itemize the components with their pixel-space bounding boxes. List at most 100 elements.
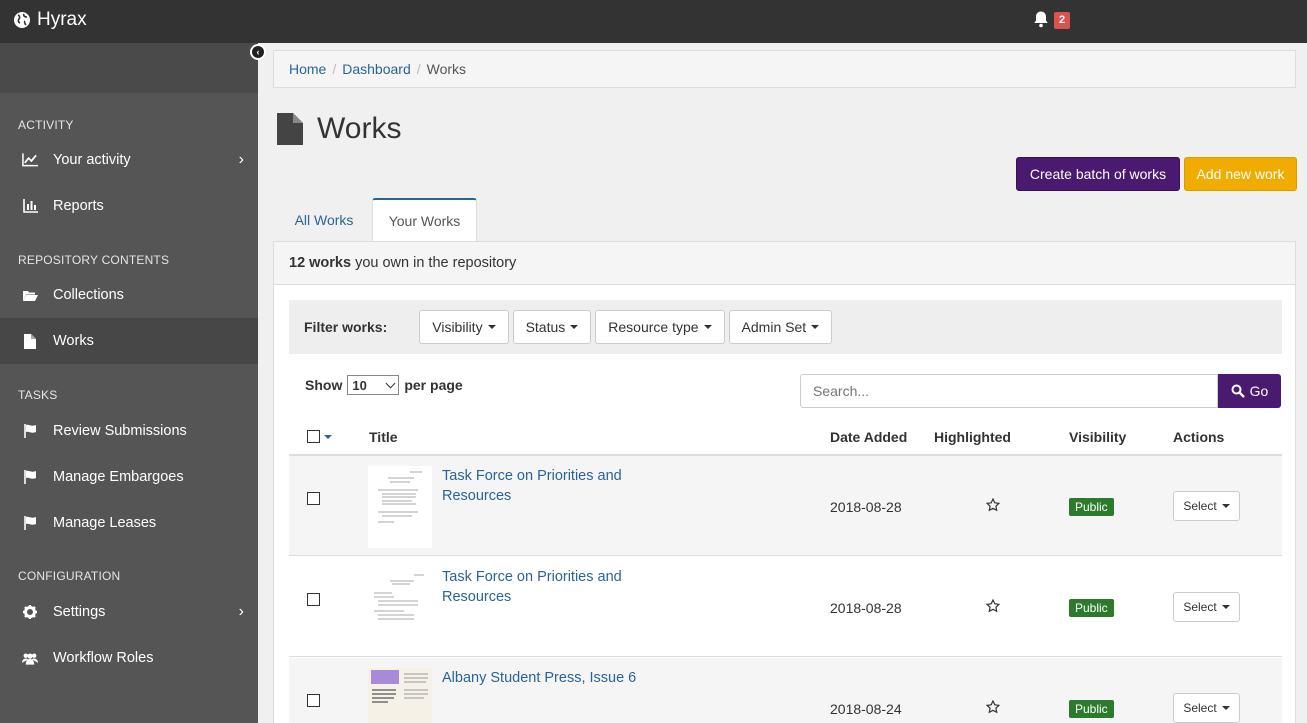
row-checkbox[interactable] xyxy=(307,492,320,505)
sidebar-item-label: Review Submissions xyxy=(53,423,187,439)
row-actions-select[interactable]: Select xyxy=(1173,693,1240,723)
row-actions-select[interactable]: Select xyxy=(1173,491,1240,521)
bar-chart-icon xyxy=(22,198,38,214)
sidebar-item-label: Collections xyxy=(53,287,124,303)
sidebar-item-review-submissions[interactable]: Review Submissions xyxy=(0,408,258,454)
works-count: 12 works xyxy=(289,255,352,271)
select-label: Select xyxy=(1183,701,1217,715)
breadcrumb-dashboard[interactable]: Dashboard xyxy=(342,61,411,77)
works-summary-text: you own in the repository xyxy=(355,255,517,271)
caret-down-icon xyxy=(1221,706,1230,710)
gear-icon xyxy=(22,604,38,620)
row-checkbox[interactable] xyxy=(307,694,320,707)
sidebar-header xyxy=(0,43,258,93)
star-icon[interactable] xyxy=(986,599,1000,613)
per-page-control: Show 10 per page xyxy=(305,375,463,395)
breadcrumb-home[interactable]: Home xyxy=(289,61,326,77)
work-date: 2018-08-28 xyxy=(830,600,902,616)
sidebar-item-works[interactable]: Works xyxy=(0,318,258,364)
work-date: 2018-08-28 xyxy=(830,499,902,515)
table-row: Task Force on Priorities and Resources 2… xyxy=(289,456,1282,556)
work-title-link[interactable]: Albany Student Press, Issue 6 xyxy=(442,668,642,688)
bell-icon[interactable] xyxy=(1032,10,1050,28)
sidebar-item-settings[interactable]: Settings › xyxy=(0,589,258,635)
create-batch-button[interactable]: Create batch of works xyxy=(1016,157,1180,191)
visibility-badge: Public xyxy=(1069,700,1114,718)
select-label: Select xyxy=(1183,600,1217,614)
line-chart-icon xyxy=(22,152,38,168)
per-page-label: per page xyxy=(404,377,463,393)
tab-all-works[interactable]: All Works xyxy=(280,198,368,241)
sidebar-item-label: Reports xyxy=(53,198,104,214)
caret-down-icon xyxy=(811,325,820,329)
show-label: Show xyxy=(305,377,343,393)
caret-down-icon xyxy=(703,325,712,329)
filter-status-dropdown[interactable]: Status xyxy=(512,310,592,344)
work-date: 2018-08-24 xyxy=(830,701,902,717)
users-icon xyxy=(22,650,38,666)
folder-open-icon xyxy=(22,287,38,303)
sidebar-section-activity: ACTIVITY xyxy=(18,118,74,132)
work-thumbnail[interactable] xyxy=(368,466,432,548)
select-label: Select xyxy=(1183,499,1217,513)
search-go-button[interactable]: Go xyxy=(1218,374,1281,408)
flag-icon xyxy=(22,469,38,485)
select-all-checkbox[interactable] xyxy=(307,430,320,443)
visibility-badge: Public xyxy=(1069,599,1114,617)
sidebar-section-tasks: TASKS xyxy=(18,388,58,402)
search-input[interactable] xyxy=(800,374,1218,408)
star-icon[interactable] xyxy=(986,498,1000,512)
column-header-title[interactable]: Title xyxy=(369,429,398,445)
filter-visibility-dropdown[interactable]: Visibility xyxy=(419,310,509,344)
row-checkbox[interactable] xyxy=(307,593,320,606)
sidebar-item-label: Workflow Roles xyxy=(53,650,154,666)
visibility-badge: Public xyxy=(1069,498,1114,516)
works-summary: 12 works you own in the repository xyxy=(274,242,1295,285)
sidebar-item-manage-embargoes[interactable]: Manage Embargoes xyxy=(0,454,258,500)
notification-badge[interactable]: 2 xyxy=(1054,12,1071,29)
filter-admin-set-dropdown[interactable]: Admin Set xyxy=(728,310,833,344)
page-header: Works xyxy=(277,112,401,146)
column-header-visibility: Visibility xyxy=(1069,429,1127,445)
sidebar-item-collections[interactable]: Collections xyxy=(0,272,258,318)
filter-resource-type-dropdown[interactable]: Resource type xyxy=(595,310,725,344)
sidebar-item-manage-leases[interactable]: Manage Leases xyxy=(0,500,258,546)
filter-label: Filter works: xyxy=(304,319,388,335)
sidebar-collapse-button[interactable]: ‹ xyxy=(250,44,266,60)
chevron-down-icon xyxy=(385,378,396,389)
work-title-link[interactable]: Task Force on Priorities and Resources xyxy=(442,466,642,506)
caret-down-icon[interactable] xyxy=(324,435,332,439)
sidebar-item-reports[interactable]: Reports xyxy=(0,183,258,229)
sidebar-item-workflow-roles[interactable]: Workflow Roles xyxy=(0,635,258,681)
chevron-right-icon: › xyxy=(238,151,244,168)
filter-visibility-label: Visibility xyxy=(432,319,483,335)
caret-down-icon xyxy=(487,325,496,329)
column-header-actions: Actions xyxy=(1173,429,1225,445)
brand-logo[interactable]: Hyrax xyxy=(13,9,87,31)
top-navbar: Hyrax 2 xyxy=(0,0,1307,43)
sidebar-item-label: Manage Embargoes xyxy=(53,469,184,485)
chevron-left-icon: ‹ xyxy=(256,46,260,57)
column-header-date[interactable]: Date Added xyxy=(830,429,907,445)
sidebar-item-label: Manage Leases xyxy=(53,515,157,531)
caret-down-icon xyxy=(1221,504,1230,508)
sidebar-item-your-activity[interactable]: Your activity › xyxy=(0,137,258,183)
work-thumbnail[interactable] xyxy=(368,668,432,723)
star-icon[interactable] xyxy=(986,700,1000,714)
filter-bar: Filter works: Visibility Status Resource… xyxy=(289,300,1282,354)
breadcrumb-separator: / xyxy=(416,61,421,77)
caret-down-icon xyxy=(1221,605,1230,609)
file-icon xyxy=(22,333,38,349)
go-label: Go xyxy=(1249,383,1269,399)
sidebar-section-repository: REPOSITORY CONTENTS xyxy=(18,253,170,267)
works-panel: 12 works you own in the repository Filte… xyxy=(273,241,1296,723)
tab-your-works[interactable]: Your Works xyxy=(372,198,477,242)
row-actions-select[interactable]: Select xyxy=(1173,592,1240,622)
table-row: Task Force on Priorities and Resources 2… xyxy=(289,557,1282,657)
app-name: Hyrax xyxy=(37,9,87,30)
page-title: Works xyxy=(317,112,402,145)
add-new-work-button[interactable]: Add new work xyxy=(1184,157,1297,191)
work-title-link[interactable]: Task Force on Priorities and Resources xyxy=(442,567,642,607)
per-page-select[interactable]: 10 xyxy=(347,375,400,395)
work-thumbnail[interactable] xyxy=(368,567,432,649)
